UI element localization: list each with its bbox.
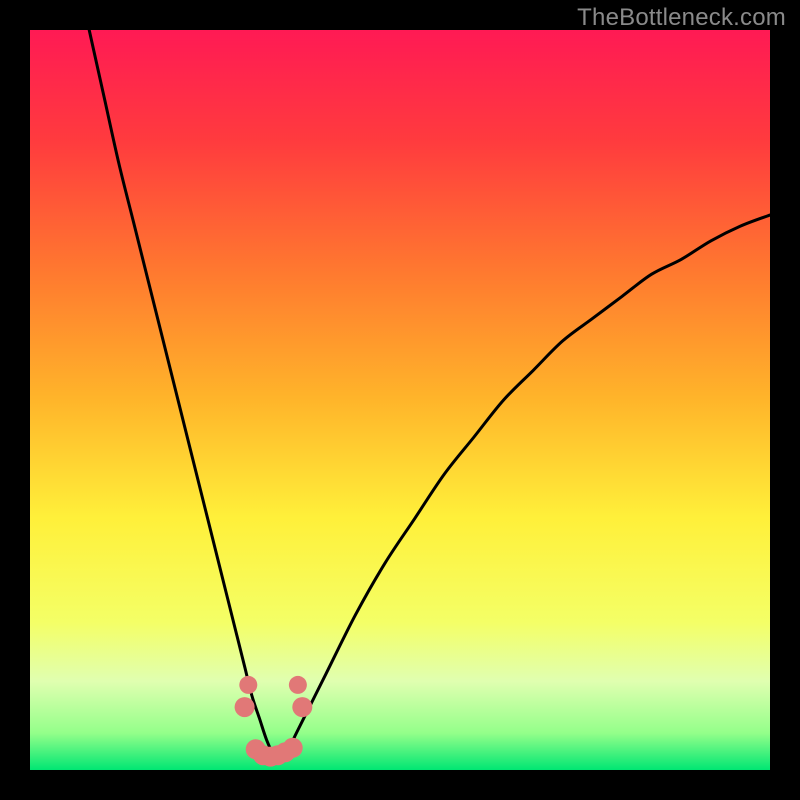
page-frame: TheBottleneck.com <box>0 0 800 800</box>
chart-background <box>30 30 770 770</box>
highlight-dot <box>235 697 255 717</box>
highlight-dot <box>239 676 257 694</box>
highlight-dot <box>283 738 303 758</box>
highlight-dot <box>292 697 312 717</box>
bottleneck-chart <box>30 30 770 770</box>
watermark-text: TheBottleneck.com <box>577 4 786 32</box>
highlight-dot <box>289 676 307 694</box>
